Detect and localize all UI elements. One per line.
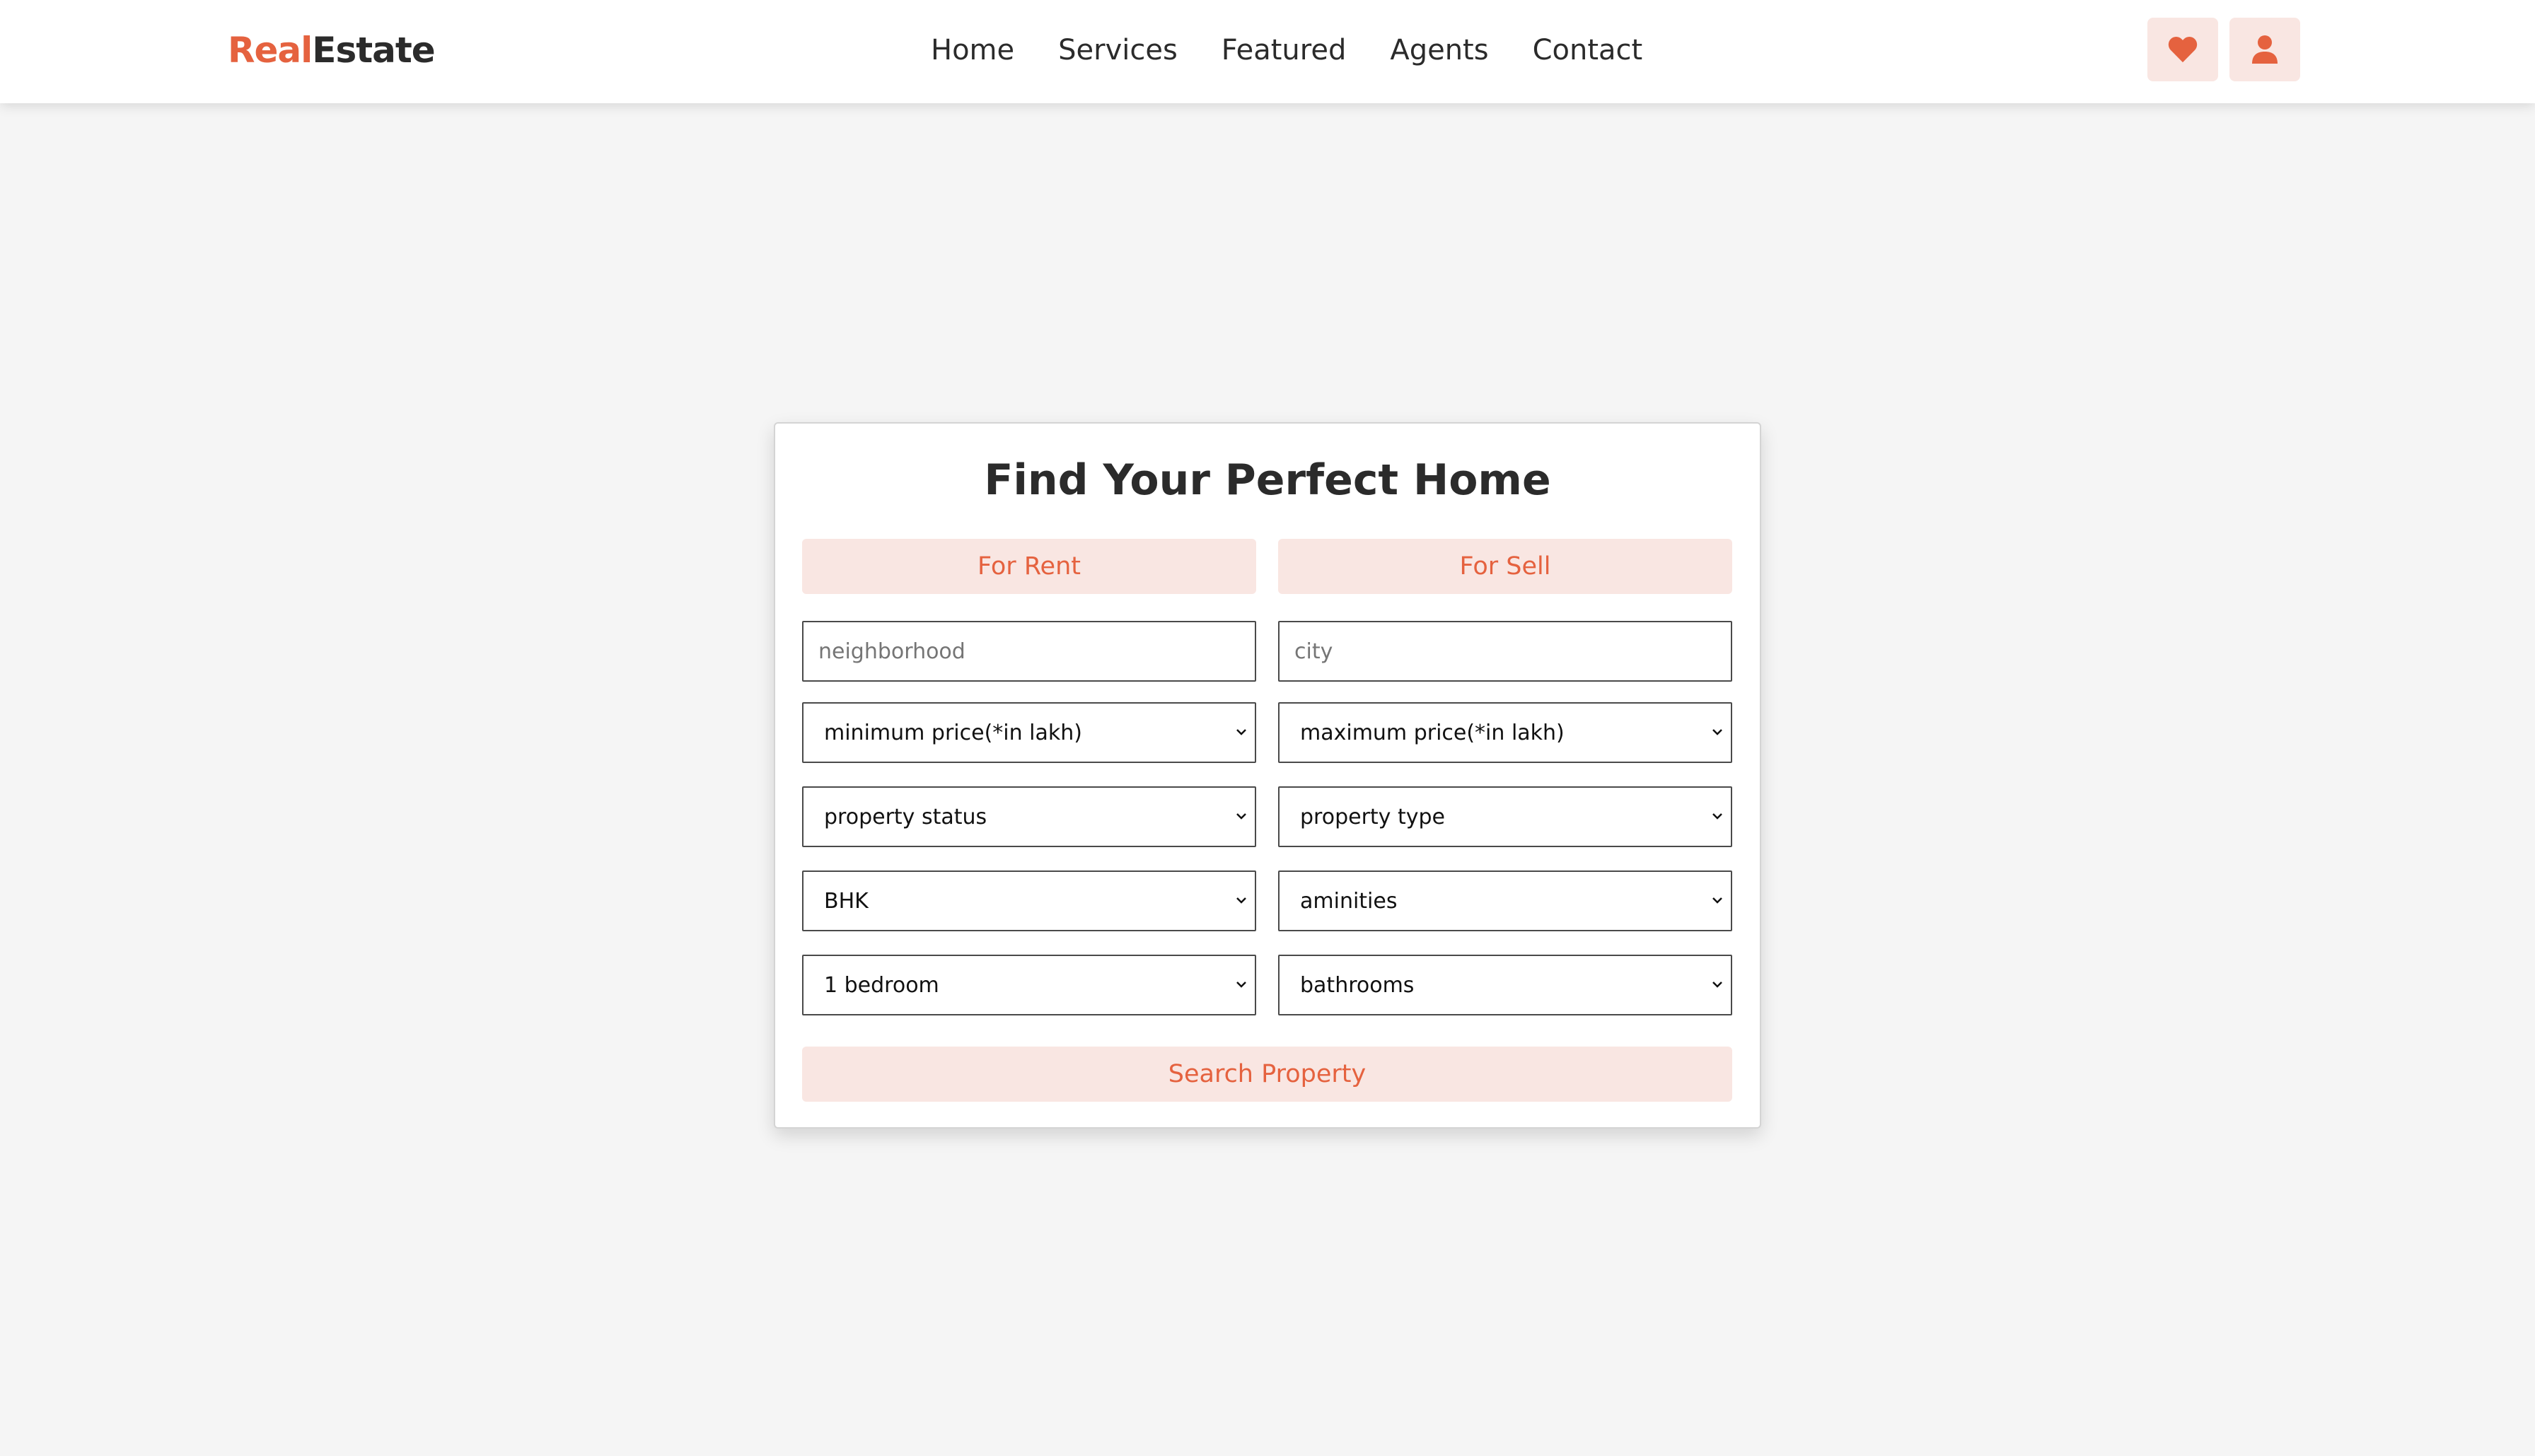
city-field <box>1278 621 1732 682</box>
city-input[interactable] <box>1280 622 1731 680</box>
max-price-select-value: maximum price(*in lakh) <box>1300 720 1565 745</box>
bedrooms-select[interactable]: 1 bedroom <box>802 955 1256 1015</box>
property-status-select[interactable]: property status <box>802 786 1256 847</box>
bedrooms-select-value: 1 bedroom <box>824 972 939 998</box>
amenities-select[interactable]: aminities <box>1278 870 1732 931</box>
max-price-select[interactable]: maximum price(*in lakh) <box>1278 702 1732 763</box>
brand-logo[interactable]: RealEstate <box>228 25 436 75</box>
heart-icon <box>2168 37 2198 63</box>
account-button[interactable] <box>2229 18 2300 81</box>
chevron-down-icon <box>1236 729 1246 735</box>
search-card: Find Your Perfect Home For Rent For Sell… <box>774 422 1761 1129</box>
chevron-down-icon <box>1712 813 1722 820</box>
search-property-button[interactable]: Search Property <box>802 1047 1732 1102</box>
nav-link-featured[interactable]: Featured <box>1222 25 1347 75</box>
for-rent-button[interactable]: For Rent <box>802 539 1256 594</box>
chevron-down-icon <box>1236 813 1246 820</box>
min-price-select[interactable]: minimum price(*in lakh) <box>802 702 1256 763</box>
nav-link-home[interactable]: Home <box>931 25 1014 75</box>
site-header: RealEstate Home Services Featured Agents… <box>0 0 2535 103</box>
bathrooms-select[interactable]: bathrooms <box>1278 955 1732 1015</box>
for-sell-button[interactable]: For Sell <box>1278 539 1732 594</box>
neighborhood-field <box>802 621 1256 682</box>
property-type-select[interactable]: property type <box>1278 786 1732 847</box>
property-status-select-value: property status <box>824 804 987 829</box>
property-type-select-value: property type <box>1300 804 1445 829</box>
nav-link-agents[interactable]: Agents <box>1390 25 1488 75</box>
user-icon <box>2252 35 2278 64</box>
search-card-title: Find Your Perfect Home <box>984 455 1551 505</box>
chevron-down-icon <box>1236 982 1246 988</box>
nav-link-contact[interactable]: Contact <box>1533 25 1643 75</box>
chevron-down-icon <box>1712 729 1722 735</box>
bhk-select-value: BHK <box>824 888 869 914</box>
main-nav: Home Services Featured Agents Contact <box>931 25 1642 75</box>
chevron-down-icon <box>1236 897 1246 904</box>
neighborhood-input[interactable] <box>804 622 1255 680</box>
min-price-select-value: minimum price(*in lakh) <box>824 720 1082 745</box>
chevron-down-icon <box>1712 897 1722 904</box>
bhk-select[interactable]: BHK <box>802 870 1256 931</box>
brand-logo-accent: Real <box>228 30 313 71</box>
nav-link-services[interactable]: Services <box>1058 25 1178 75</box>
amenities-select-value: aminities <box>1300 888 1398 914</box>
chevron-down-icon <box>1712 982 1722 988</box>
favorites-button[interactable] <box>2147 18 2218 81</box>
brand-logo-rest: Estate <box>312 30 435 71</box>
bathrooms-select-value: bathrooms <box>1300 972 1415 998</box>
